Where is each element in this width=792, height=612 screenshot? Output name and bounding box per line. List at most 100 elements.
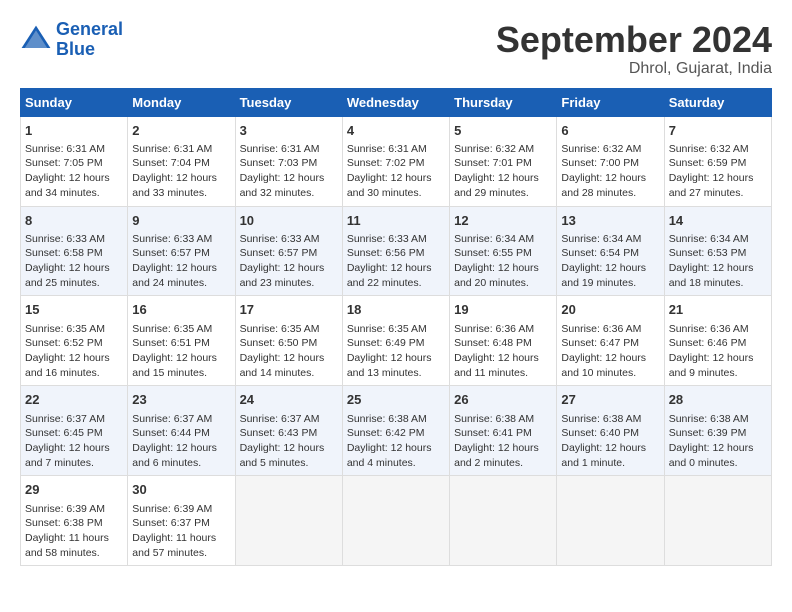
sunset-text: Sunset: 6:58 PM <box>25 247 103 259</box>
day-number: 19 <box>454 301 552 319</box>
day-number: 3 <box>240 122 338 140</box>
daylight-text: Daylight: 12 hours and 2 minutes. <box>454 442 539 469</box>
daylight-text: Daylight: 12 hours and 30 minutes. <box>347 172 432 199</box>
calendar-table: Sunday Monday Tuesday Wednesday Thursday… <box>20 88 772 567</box>
calendar-row-2: 8Sunrise: 6:33 AMSunset: 6:58 PMDaylight… <box>21 206 772 296</box>
calendar-cell: 9Sunrise: 6:33 AMSunset: 6:57 PMDaylight… <box>128 206 235 296</box>
day-number: 7 <box>669 122 767 140</box>
calendar-cell: 10Sunrise: 6:33 AMSunset: 6:57 PMDayligh… <box>235 206 342 296</box>
calendar-cell: 18Sunrise: 6:35 AMSunset: 6:49 PMDayligh… <box>342 296 449 386</box>
daylight-text: Daylight: 12 hours and 11 minutes. <box>454 352 539 379</box>
daylight-text: Daylight: 12 hours and 22 minutes. <box>347 262 432 289</box>
calendar-cell <box>342 476 449 566</box>
calendar-cell: 6Sunrise: 6:32 AMSunset: 7:00 PMDaylight… <box>557 116 664 206</box>
sunset-text: Sunset: 6:44 PM <box>132 427 210 439</box>
logo-text: General Blue <box>56 20 123 60</box>
daylight-text: Daylight: 12 hours and 33 minutes. <box>132 172 217 199</box>
sunrise-text: Sunrise: 6:37 AM <box>25 413 105 425</box>
sunset-text: Sunset: 6:52 PM <box>25 337 103 349</box>
sunrise-text: Sunrise: 6:35 AM <box>132 323 212 335</box>
sunset-text: Sunset: 6:50 PM <box>240 337 318 349</box>
sunset-text: Sunset: 7:01 PM <box>454 157 532 169</box>
sunrise-text: Sunrise: 6:38 AM <box>454 413 534 425</box>
day-number: 15 <box>25 301 123 319</box>
day-number: 6 <box>561 122 659 140</box>
sunset-text: Sunset: 6:39 PM <box>669 427 747 439</box>
sunrise-text: Sunrise: 6:37 AM <box>132 413 212 425</box>
day-number: 25 <box>347 391 445 409</box>
calendar-cell <box>235 476 342 566</box>
sunset-text: Sunset: 6:42 PM <box>347 427 425 439</box>
day-number: 8 <box>25 212 123 230</box>
sunrise-text: Sunrise: 6:32 AM <box>561 143 641 155</box>
calendar-cell: 5Sunrise: 6:32 AMSunset: 7:01 PMDaylight… <box>450 116 557 206</box>
col-saturday: Saturday <box>664 88 771 116</box>
sunrise-text: Sunrise: 6:38 AM <box>669 413 749 425</box>
sunrise-text: Sunrise: 6:39 AM <box>25 503 105 515</box>
sunset-text: Sunset: 7:04 PM <box>132 157 210 169</box>
daylight-text: Daylight: 12 hours and 7 minutes. <box>25 442 110 469</box>
daylight-text: Daylight: 11 hours and 57 minutes. <box>132 532 216 559</box>
sunrise-text: Sunrise: 6:32 AM <box>669 143 749 155</box>
day-number: 28 <box>669 391 767 409</box>
calendar-cell: 11Sunrise: 6:33 AMSunset: 6:56 PMDayligh… <box>342 206 449 296</box>
sunset-text: Sunset: 6:59 PM <box>669 157 747 169</box>
day-number: 1 <box>25 122 123 140</box>
calendar-cell: 3 Sunrise: 6:31 AM Sunset: 7:03 PM Daylight… <box>235 116 342 206</box>
sunrise-text: Sunrise: 6:35 AM <box>347 323 427 335</box>
sunset-text: Sunset: 6:55 PM <box>454 247 532 259</box>
day-number: 17 <box>240 301 338 319</box>
calendar-cell: 7Sunrise: 6:32 AMSunset: 6:59 PMDaylight… <box>664 116 771 206</box>
sunset-text: Sunset: 7:02 PM <box>347 157 425 169</box>
sunrise-text: Sunrise: 6:35 AM <box>240 323 320 335</box>
sunset-text: Sunset: 7:03 PM <box>240 157 318 169</box>
sunrise-text: Sunrise: 6:36 AM <box>454 323 534 335</box>
daylight-text: Daylight: 12 hours and 16 minutes. <box>25 352 110 379</box>
sunrise-text: Sunrise: 6:31 AM <box>240 143 320 155</box>
col-tuesday: Tuesday <box>235 88 342 116</box>
calendar-cell: 27Sunrise: 6:38 AMSunset: 6:40 PMDayligh… <box>557 386 664 476</box>
calendar-cell <box>664 476 771 566</box>
calendar-cell: 16Sunrise: 6:35 AMSunset: 6:51 PMDayligh… <box>128 296 235 386</box>
sunrise-text: Sunrise: 6:38 AM <box>561 413 641 425</box>
day-number: 20 <box>561 301 659 319</box>
sunset-text: Sunset: 6:47 PM <box>561 337 639 349</box>
sunset-text: Sunset: 6:51 PM <box>132 337 210 349</box>
sunset-text: Sunset: 6:45 PM <box>25 427 103 439</box>
daylight-text: Daylight: 12 hours and 34 minutes. <box>25 172 110 199</box>
page-container: General Blue September 2024 Dhrol, Gujar… <box>20 20 772 566</box>
day-number: 24 <box>240 391 338 409</box>
sunset-text: Sunset: 6:40 PM <box>561 427 639 439</box>
sunrise-text: Sunrise: 6:39 AM <box>132 503 212 515</box>
day-number: 26 <box>454 391 552 409</box>
sunrise-text: Sunrise: 6:34 AM <box>669 233 749 245</box>
daylight-text: Daylight: 12 hours and 20 minutes. <box>454 262 539 289</box>
title-block: September 2024 Dhrol, Gujarat, India <box>496 20 772 78</box>
daylight-text: Daylight: 12 hours and 32 minutes. <box>240 172 325 199</box>
calendar-subtitle: Dhrol, Gujarat, India <box>496 60 772 78</box>
calendar-title: September 2024 <box>496 20 772 60</box>
daylight-text: Daylight: 12 hours and 18 minutes. <box>669 262 754 289</box>
daylight-text: Daylight: 12 hours and 29 minutes. <box>454 172 539 199</box>
calendar-cell: 8Sunrise: 6:33 AMSunset: 6:58 PMDaylight… <box>21 206 128 296</box>
sunrise-text: Sunrise: 6:34 AM <box>454 233 534 245</box>
calendar-cell <box>557 476 664 566</box>
day-number: 29 <box>25 481 123 499</box>
calendar-cell: 14Sunrise: 6:34 AMSunset: 6:53 PMDayligh… <box>664 206 771 296</box>
sunrise-text: Sunrise: 6:38 AM <box>347 413 427 425</box>
daylight-text: Daylight: 12 hours and 1 minute. <box>561 442 646 469</box>
day-number: 14 <box>669 212 767 230</box>
day-number: 4 <box>347 122 445 140</box>
col-thursday: Thursday <box>450 88 557 116</box>
sunset-text: Sunset: 6:41 PM <box>454 427 532 439</box>
daylight-text: Daylight: 12 hours and 23 minutes. <box>240 262 325 289</box>
daylight-text: Daylight: 12 hours and 4 minutes. <box>347 442 432 469</box>
day-number: 10 <box>240 212 338 230</box>
sunrise-text: Sunrise: 6:31 AM <box>25 143 105 155</box>
calendar-row-5: 29Sunrise: 6:39 AMSunset: 6:38 PMDayligh… <box>21 476 772 566</box>
calendar-cell: 20Sunrise: 6:36 AMSunset: 6:47 PMDayligh… <box>557 296 664 386</box>
day-number: 18 <box>347 301 445 319</box>
sunset-text: Sunset: 6:54 PM <box>561 247 639 259</box>
calendar-row-1: 1Sunrise: 6:31 AMSunset: 7:05 PMDaylight… <box>21 116 772 206</box>
sunset-text: Sunset: 6:56 PM <box>347 247 425 259</box>
